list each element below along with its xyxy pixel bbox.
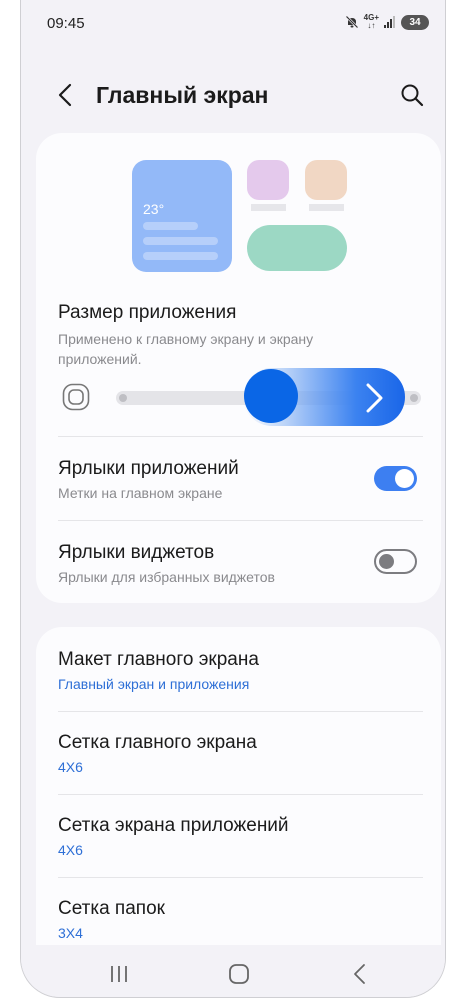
recent-apps-icon[interactable] [106,961,132,987]
app-size-title: Размер приложения [58,302,237,323]
status-icons: 4G+ ↓↑ 34 [345,14,429,30]
preview-temperature: 23° [143,201,165,217]
divider [58,520,423,521]
phone-frame: 09:45 4G+ ↓↑ 34 Главный экран 23° Размер… [20,0,446,998]
home-screen-settings-card: 23° Размер приложения Применено к главно… [36,133,441,603]
navigation-bar [21,945,445,997]
page-title: Главный экран [96,82,269,108]
divider [58,877,423,878]
widget-labels-toggle[interactable] [374,549,417,574]
toggle-knob [379,554,394,569]
battery-indicator: 34 [401,14,429,30]
search-icon[interactable] [397,80,427,110]
preview-weather-widget: 23° [132,160,232,272]
status-bar: 09:45 4G+ ↓↑ 34 [21,0,445,46]
app-labels-toggle[interactable] [374,466,417,491]
slider-step-dot [119,394,127,402]
preview-app-label [251,204,286,211]
network-indicator: 4G+ ↓↑ [364,14,379,30]
chevron-right-icon [366,383,383,413]
setting-value: 4X6 [58,759,83,775]
setting-value: Главный экран и приложения [58,676,250,692]
setting-value: 3X4 [58,925,83,941]
widget-labels-subtitle: Ярлыки для избранных виджетов [58,569,275,585]
divider [58,711,423,712]
setting-title: Сетка главного экрана [58,732,257,753]
preview-wide-widget [247,225,347,271]
network-activity: ↓↑ [367,21,376,30]
preview-app-icon [247,160,289,200]
preview-widget-line [143,237,218,245]
rounded-square-icon [62,383,90,411]
preview-widget-line [143,222,198,230]
setting-title: Сетка экрана приложений [58,815,289,836]
setting-title: Сетка папок [58,898,165,919]
status-time: 09:45 [47,15,85,32]
setting-title: Макет главного экрана [58,649,259,670]
slider-step-dot [410,394,418,402]
widget-labels-title: Ярлыки виджетов [58,542,215,563]
mute-icon [345,15,359,29]
app-header: Главный экран [21,70,445,120]
divider [58,436,423,437]
setting-value: 4X6 [58,842,83,858]
preview-app-icon [305,160,347,200]
app-size-slider-thumb[interactable] [244,369,298,423]
app-size-subtitle: Применено к главному экрану и экрану при… [58,331,314,367]
home-icon[interactable] [226,961,252,987]
signal-icon [384,16,395,28]
app-labels-subtitle: Метки на главном экране [58,485,223,501]
toggle-knob [395,469,414,488]
preview-widget-line [143,252,218,260]
divider [58,794,423,795]
preview-app-label [309,204,344,211]
app-labels-title: Ярлыки приложений [58,458,239,479]
back-icon[interactable] [347,961,373,987]
layout-settings-card: Макет главного экрана Главный экран и пр… [36,627,441,947]
back-button[interactable] [51,80,81,110]
